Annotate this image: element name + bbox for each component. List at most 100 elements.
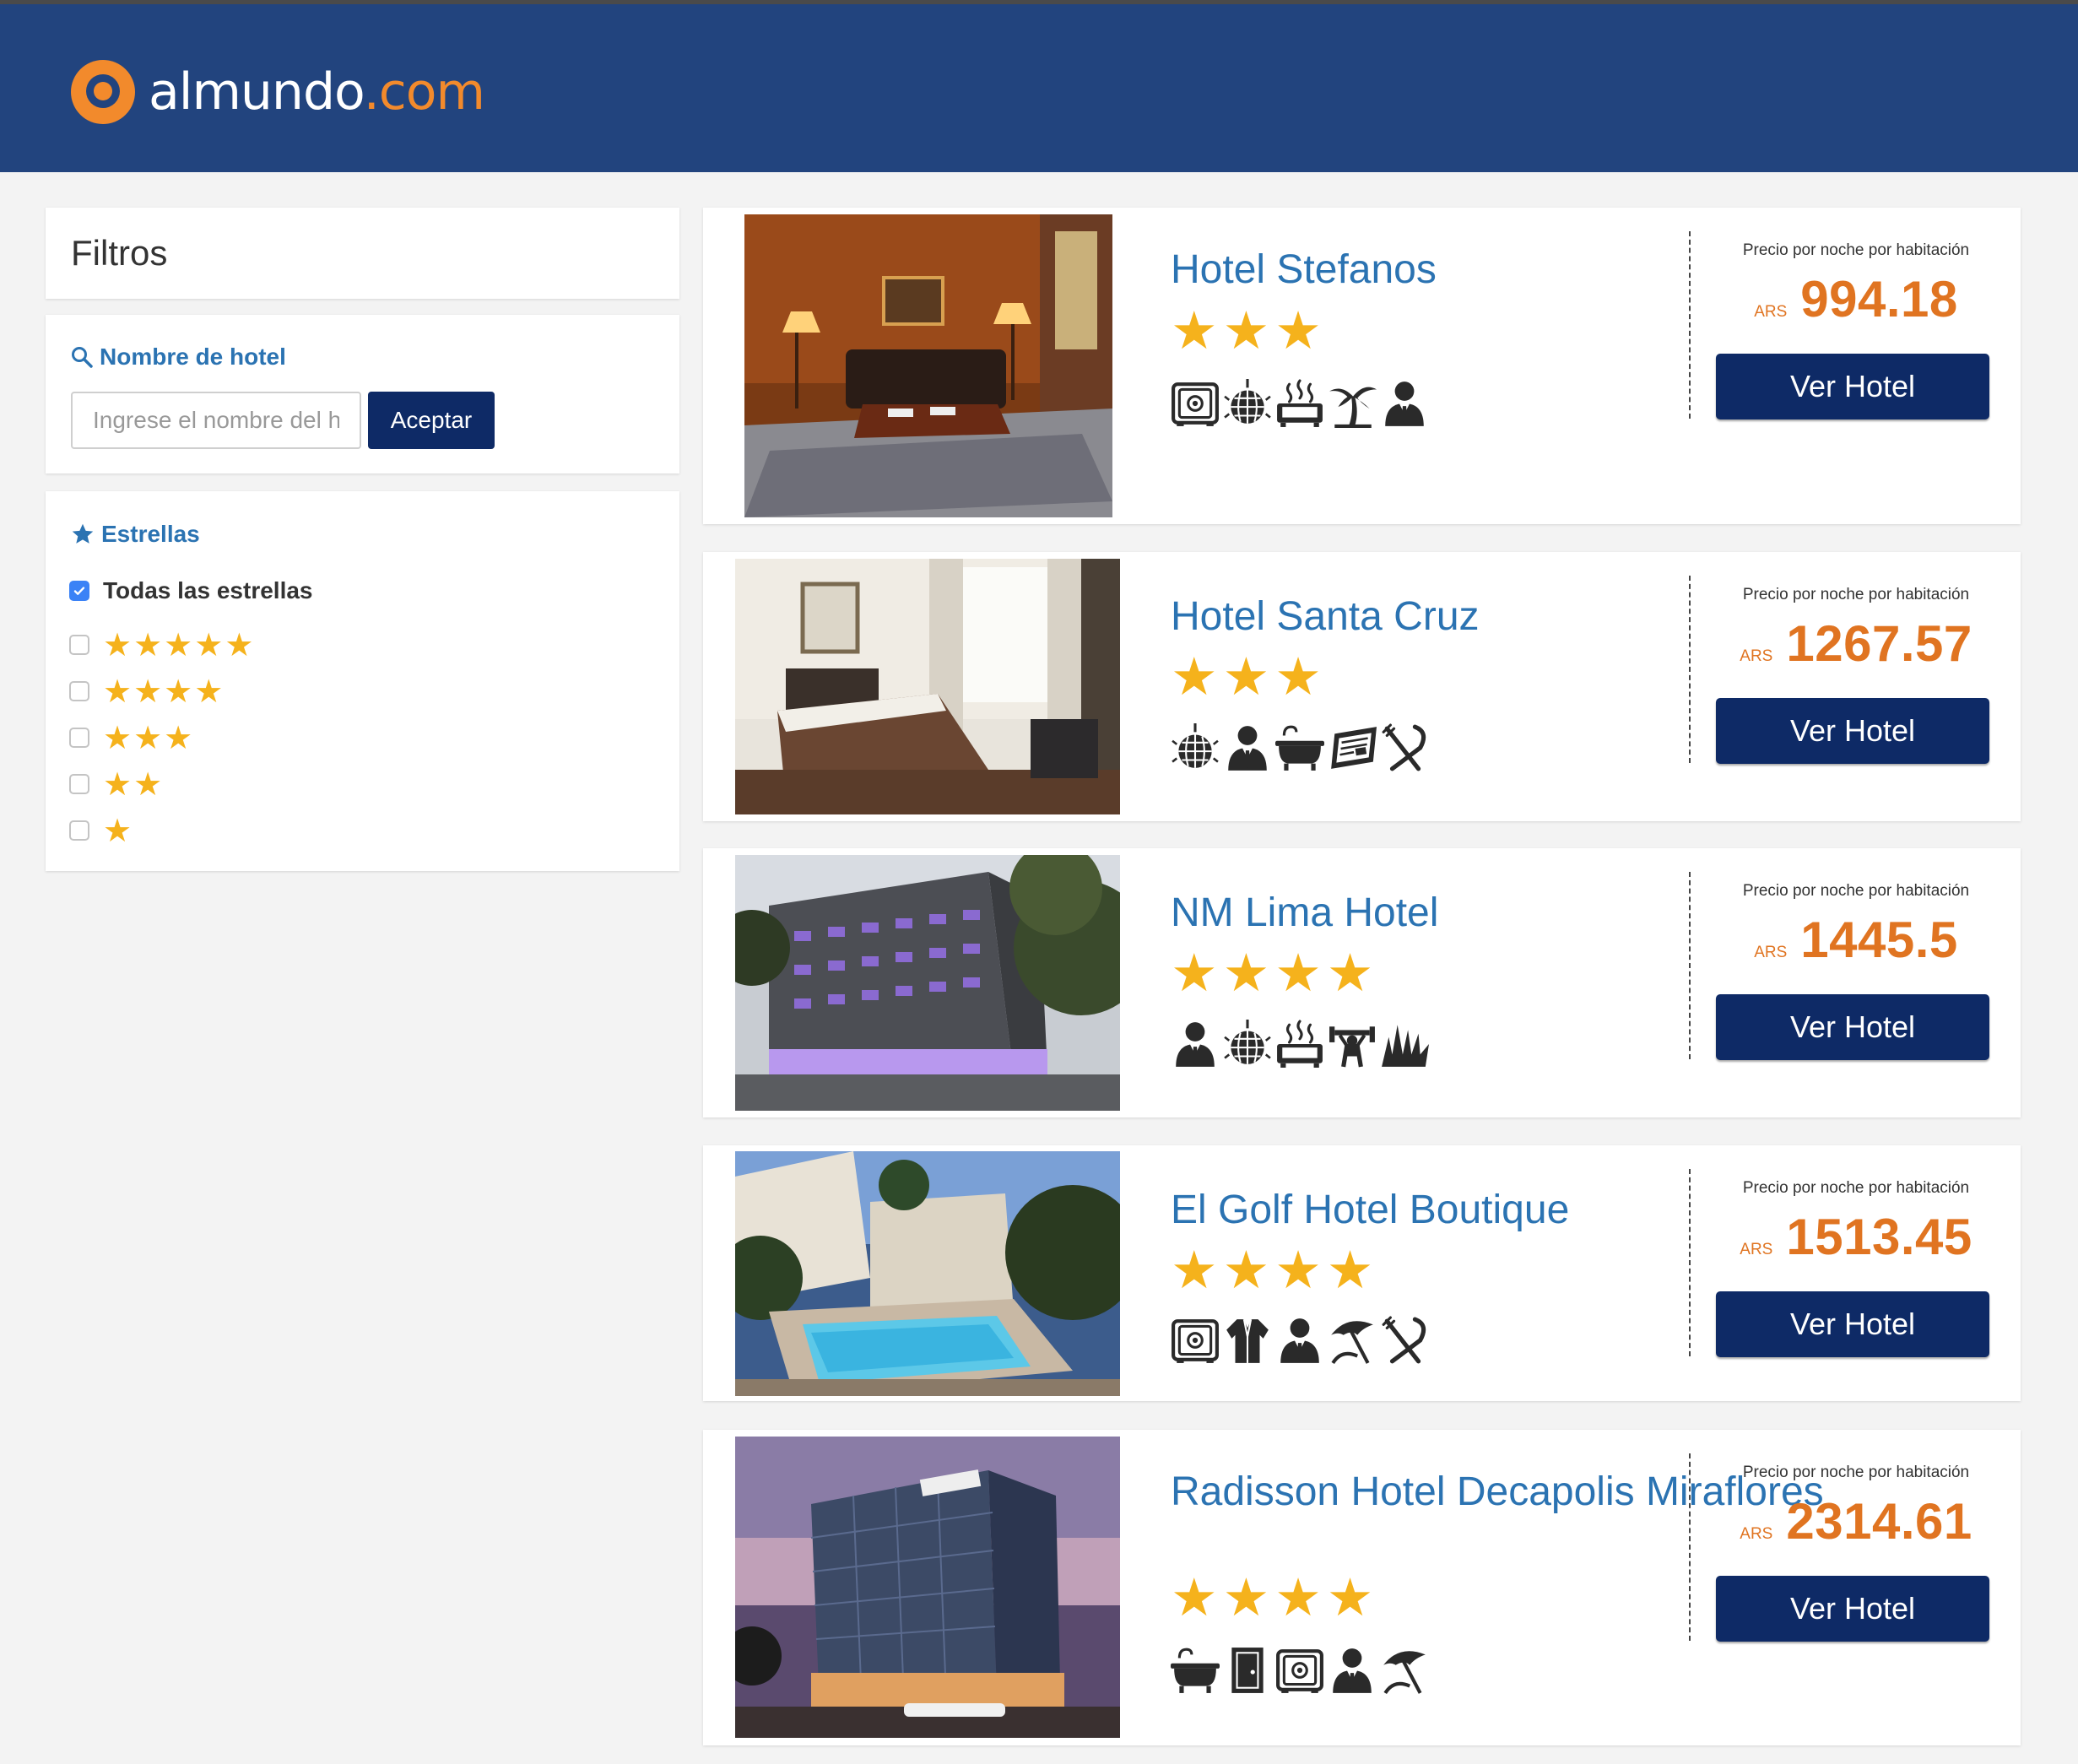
star-icon: ★ [1171, 300, 1218, 361]
all-stars-checkbox[interactable] [69, 581, 89, 601]
rating-3-stars: ★★★ [103, 722, 194, 754]
star-icon: ★ [1326, 1566, 1374, 1628]
hotel-photo[interactable] [735, 559, 1120, 814]
star-icon: ★ [1274, 646, 1322, 707]
palm-tree-icon [1329, 387, 1377, 428]
hotel-photo[interactable] [744, 214, 1112, 517]
amenity-icons [1171, 1316, 1432, 1365]
price: ARS 1267.57 [1696, 614, 2016, 673]
logo-text: almundo.com [149, 62, 485, 122]
restaurant-icon [1382, 1316, 1426, 1364]
star-icon: ★ [1222, 942, 1270, 1004]
star-filter-4[interactable]: ★★★★ [69, 675, 225, 707]
star-icon: ★ [1171, 646, 1218, 707]
rating-5-stars: ★★★★★ [103, 629, 255, 661]
currency: ARS [1740, 1525, 1773, 1543]
star-icon: ★ [1326, 942, 1374, 1004]
checkmark-icon [73, 587, 85, 595]
currency: ARS [1754, 944, 1788, 961]
view-hotel-button[interactable]: Ver Hotel [1716, 354, 1989, 419]
hotel-card: Hotel Stefanos ★ ★ ★ Precio por noche por … [703, 208, 2021, 524]
hotel-name-input[interactable] [71, 392, 361, 449]
bathrobe-icon [1226, 1318, 1269, 1363]
star-icon: ★ [103, 812, 133, 849]
star-icon: ★ [1222, 646, 1270, 707]
star-icon: ★ [194, 626, 224, 663]
hot-tub-icon [1277, 1020, 1323, 1068]
star-filter-all[interactable]: Todas las estrellas [69, 577, 313, 604]
disco-ball-icon [1172, 723, 1219, 768]
star-icon: ★ [1171, 1566, 1218, 1628]
star-icon: ★ [164, 626, 193, 663]
disco-ball-icon [1224, 379, 1271, 424]
star-icon: ★ [133, 626, 163, 663]
restaurant-icon [1382, 723, 1426, 771]
hotel-card: El Golf Hotel Boutique ★ ★ ★ ★ Precio por n… [703, 1145, 2021, 1401]
hotel-name[interactable]: Hotel Stefanos [1171, 248, 1437, 292]
hotel-photo[interactable] [735, 855, 1120, 1111]
beach-umbrella-icon [1331, 1321, 1373, 1365]
door-icon [1231, 1648, 1264, 1693]
currency: ARS [1754, 303, 1788, 321]
star-icon: ★ [103, 626, 133, 663]
star-icon: ★ [164, 673, 193, 710]
price-label: Precio por noche por habitación [1742, 1179, 1970, 1197]
almundo-logo[interactable]: almundo.com [71, 60, 485, 124]
hotel-rating: ★ ★ ★ ★ [1171, 1572, 1378, 1624]
stars-5-checkbox[interactable] [69, 635, 89, 655]
hotel-photo[interactable] [735, 1151, 1120, 1396]
star-icon: ★ [103, 766, 133, 803]
hotel-rating: ★ ★ ★ [1171, 305, 1327, 357]
star-filter-1[interactable]: ★ [69, 814, 133, 847]
stars-1-checkbox[interactable] [69, 820, 89, 841]
price: ARS 994.18 [1696, 270, 2016, 328]
star-icon: ★ [1222, 1239, 1270, 1301]
star-icon: ★ [1326, 1239, 1374, 1301]
star-filter-3[interactable]: ★★★ [69, 722, 194, 754]
star-filter-2[interactable]: ★★ [69, 768, 164, 800]
stars-3-checkbox[interactable] [69, 728, 89, 748]
hotel-card: NM Lima Hotel ★ ★ ★ ★ Precio por noche por … [703, 848, 2021, 1117]
star-icon: ★ [133, 766, 163, 803]
price-amount: 1267.57 [1786, 615, 1972, 672]
price-divider [1689, 1169, 1691, 1356]
price-divider [1689, 1453, 1691, 1641]
amenity-icons [1171, 1020, 1432, 1069]
stars-4-checkbox[interactable] [69, 681, 89, 701]
hot-tub-icon [1277, 379, 1323, 427]
view-hotel-button[interactable]: Ver Hotel [1716, 698, 1989, 764]
star-icon: ★ [164, 719, 193, 756]
star-icon: ★ [1222, 300, 1270, 361]
star-icon: ★ [1171, 942, 1218, 1004]
price: ARS 1513.45 [1696, 1208, 2016, 1266]
star-icon: ★ [103, 719, 133, 756]
site-header: almundo.com [0, 4, 2078, 172]
star-icon: ★ [1222, 1566, 1270, 1628]
businessman-icon [1280, 1318, 1319, 1363]
star-icon: ★ [225, 626, 254, 663]
safe-icon [1172, 382, 1219, 426]
garden-icon [1382, 1025, 1429, 1067]
safe-icon [1172, 1319, 1219, 1363]
accept-button[interactable]: Aceptar [368, 392, 495, 449]
bathtub-icon [1171, 1648, 1220, 1693]
hotel-name[interactable]: NM Lima Hotel [1171, 891, 1438, 935]
price-divider [1689, 576, 1691, 763]
view-hotel-button[interactable]: Ver Hotel [1716, 1291, 1989, 1357]
stars-filter: Estrellas Todas las estrellas ★★★★★ ★★★★… [46, 491, 679, 871]
price-divider [1689, 231, 1691, 419]
star-filter-5[interactable]: ★★★★★ [69, 629, 255, 661]
stars-filter-title: Estrellas [71, 521, 200, 548]
stars-2-checkbox[interactable] [69, 774, 89, 794]
hotel-name[interactable]: Hotel Santa Cruz [1171, 595, 1480, 639]
hotel-name[interactable]: El Golf Hotel Boutique [1171, 1188, 1569, 1232]
businessman-icon [1176, 1022, 1215, 1067]
amenity-icons [1171, 723, 1432, 772]
newspaper-icon [1331, 727, 1377, 769]
logo-pin-icon [71, 60, 135, 124]
hotel-card: Hotel Santa Cruz ★ ★ ★ Precio por noche po… [703, 552, 2021, 821]
view-hotel-button[interactable]: Ver Hotel [1716, 1576, 1989, 1642]
rating-2-stars: ★★ [103, 768, 164, 800]
hotel-photo[interactable] [735, 1437, 1120, 1738]
view-hotel-button[interactable]: Ver Hotel [1716, 994, 1989, 1060]
